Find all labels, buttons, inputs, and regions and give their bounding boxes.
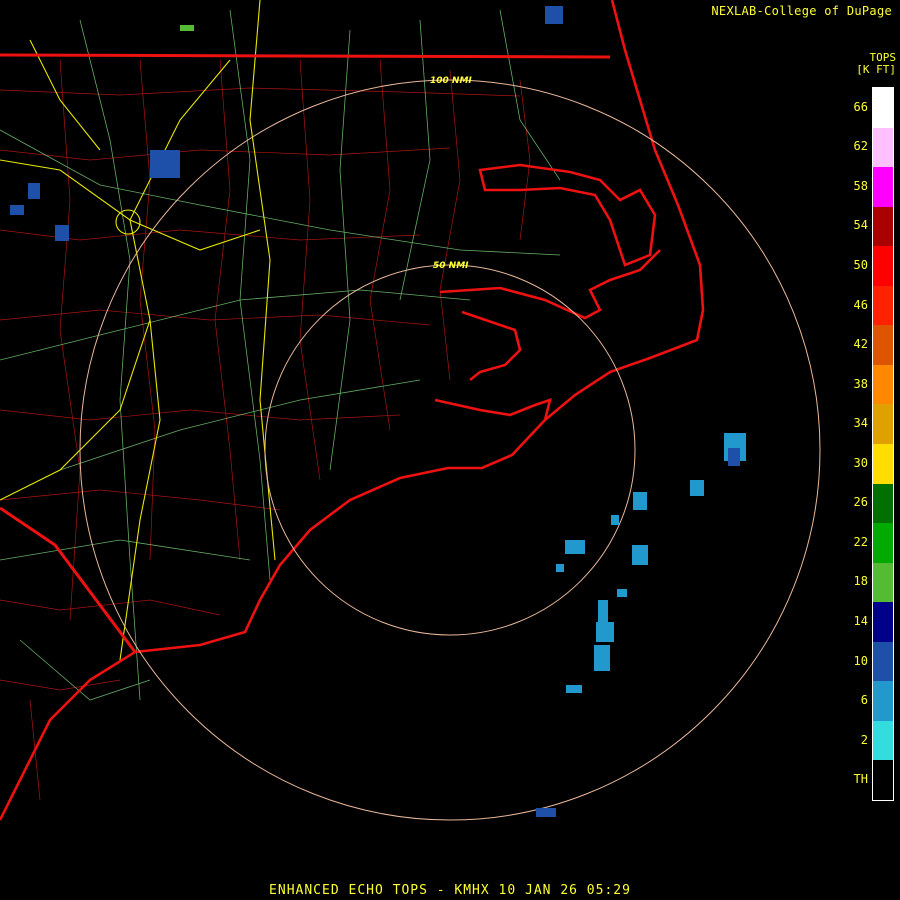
echo-cell [617, 589, 627, 597]
echo-cell [565, 540, 585, 554]
legend-swatch [873, 364, 893, 405]
legend-title-line2: [K FT] [856, 63, 896, 76]
legend-tick-label: 14 [853, 614, 868, 628]
legend-tick-label: 30 [853, 455, 868, 470]
echo-cell [556, 564, 564, 572]
legend-tick-label: 66 [853, 99, 868, 114]
credit-label: NEXLAB-College of DuPage [711, 4, 892, 18]
legend-swatch [873, 325, 893, 365]
echo-cell [545, 6, 563, 24]
legend-swatch [873, 206, 893, 247]
legend-tick-label: 54 [853, 218, 868, 233]
echo-cell [596, 622, 614, 642]
legend-tick-label: 18 [853, 574, 868, 589]
legend-tick-label: 38 [853, 376, 868, 391]
ring-label-100: 100 NMI [430, 76, 472, 86]
legend-swatch [873, 88, 893, 128]
legend-tick-label: TH [853, 772, 868, 787]
ring-50nmi [264, 264, 636, 636]
product-caption: ENHANCED ECHO TOPS - KMHX 10 JAN 26 05:2… [269, 883, 631, 898]
radar-map: 100 NMI 50 NMI [0, 0, 821, 821]
highways [0, 9, 561, 701]
legend-tick-label: 42 [853, 337, 868, 352]
legend-tick-label: 10 [853, 653, 868, 668]
legend-tick-label: 34 [853, 416, 868, 431]
legend-tick-label: 22 [853, 534, 868, 549]
echo-cell [566, 685, 582, 693]
echo-cell [690, 480, 704, 496]
legend-tick-label: 62 [853, 139, 868, 154]
range-rings [79, 79, 821, 821]
legend-swatch [873, 641, 893, 682]
legend-tick-label: 26 [853, 495, 868, 510]
legend-title: TOPS [K FT] [850, 52, 896, 76]
legend-tick-label: 2 [860, 732, 868, 747]
legend-swatch [873, 404, 893, 444]
echo-cell [594, 645, 610, 671]
legend-swatch [873, 720, 893, 761]
legend-swatch [873, 285, 893, 326]
legend-swatch [873, 444, 893, 484]
legend-swatch [873, 246, 893, 286]
legend-swatch [873, 483, 893, 524]
echo-cell [598, 600, 608, 622]
ring-100nmi [79, 79, 821, 821]
legend-swatch [873, 562, 893, 603]
legend-tick-label: 58 [853, 178, 868, 193]
legend-tick-label: 50 [853, 258, 868, 272]
echo-cell [611, 515, 619, 525]
legend-swatch [873, 681, 893, 721]
legend-swatch [873, 760, 893, 800]
legend-swatch [873, 523, 893, 563]
echo-cell [28, 183, 40, 199]
legend-swatch [873, 167, 893, 207]
echo-cell [633, 492, 647, 510]
interstates [0, 0, 276, 661]
echo-cell [632, 545, 648, 565]
echo-cell [728, 448, 740, 466]
state-borders [0, 53, 611, 653]
echo-cell [180, 25, 194, 31]
legend-tick-label: 6 [860, 693, 868, 708]
legend-swatch [873, 602, 893, 642]
legend-tick-label: 46 [853, 297, 868, 312]
legend-swatch [873, 127, 893, 168]
ring-label-50: 50 NMI [433, 261, 469, 271]
color-scale [872, 87, 894, 801]
echo-cell [55, 225, 69, 241]
echo-cell [150, 150, 180, 178]
echo-cell [10, 205, 24, 215]
echo-cell [536, 808, 556, 817]
